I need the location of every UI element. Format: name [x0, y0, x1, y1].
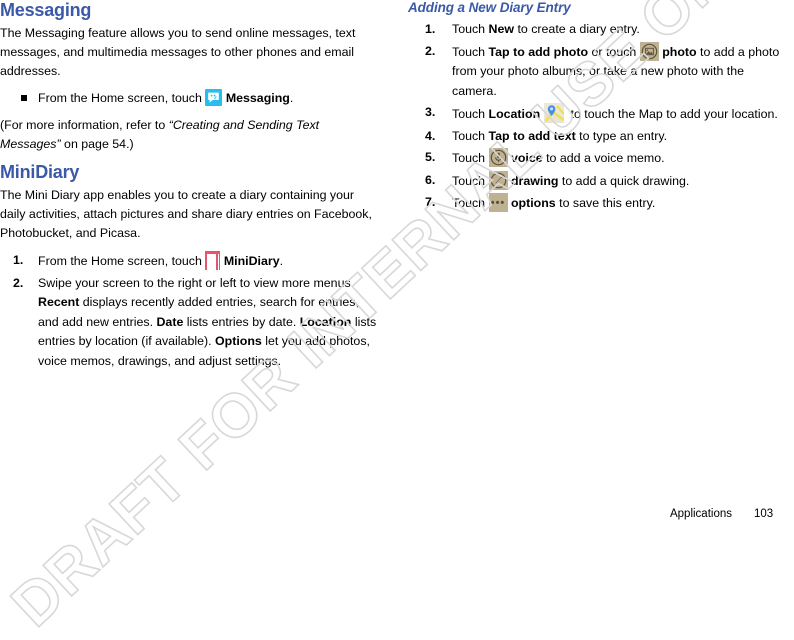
adding-diary-entry-step-list: 1. Touch New to create a diary entry. 2. T…: [408, 20, 788, 214]
manual-page: Messaging The Messaging feature allows y…: [0, 0, 794, 528]
bullet-square-icon: [21, 95, 27, 101]
ellipsis-glyph: •••: [490, 196, 506, 209]
step-trailing-text: .: [279, 254, 284, 268]
left-column: Messaging The Messaging feature allows y…: [0, 0, 380, 377]
button-name-options: options: [510, 196, 556, 210]
messaging-heading: Messaging: [0, 0, 92, 20]
button-name-photo: photo: [662, 44, 697, 59]
minidiary-heading: MiniDiary: [0, 162, 80, 182]
minidiary-app-label: MiniDiary: [223, 254, 280, 268]
step-pre-text: Touch: [452, 173, 489, 188]
step-post-text: to save this entry.: [555, 196, 656, 210]
bullet-trailing-text: .: [289, 91, 294, 105]
footer-page-number: 103: [754, 508, 774, 520]
step-text-part-3: lists entries by date.: [183, 314, 300, 329]
step-pre-text: Touch: [452, 196, 489, 210]
minidiary-intro-paragraph: The Mini Diary app enables you to create…: [0, 188, 372, 240]
messaging-intro-paragraph: The Messaging feature allows you to send…: [0, 26, 356, 78]
step-number: 7.: [425, 195, 436, 209]
list-item: 6. Touch drawing to add a quick drawing.: [408, 170, 788, 192]
step-number: 2.: [425, 43, 436, 58]
menu-name-recent: Recent: [38, 295, 80, 309]
step-number: 1.: [425, 22, 436, 36]
messaging-app-icon[interactable]: [205, 89, 223, 106]
button-name-voice: voice: [510, 151, 543, 165]
button-name-tap-to-add-photo: Tap to add photo: [488, 44, 589, 59]
step-post-text: to touch the Map to add your location.: [567, 107, 778, 121]
button-name-drawing: drawing: [510, 173, 559, 188]
right-column: Adding a New Diary Entry 1. Touch New to …: [408, 0, 788, 220]
step-number: 3.: [425, 105, 436, 119]
menu-name-date: Date: [156, 314, 184, 329]
photo-icon[interactable]: [639, 41, 659, 61]
step-pre-text: Touch: [452, 128, 489, 143]
step-pre-text: Touch: [452, 107, 489, 121]
step-pre-text: Touch: [452, 44, 489, 59]
messaging-app-label: Messaging: [225, 91, 290, 105]
step-number: 5.: [425, 150, 436, 164]
list-item: 2. Swipe your screen to the right or left…: [0, 274, 380, 372]
step-number: 2.: [13, 275, 24, 290]
options-ellipsis-icon[interactable]: •••: [488, 193, 508, 212]
drawing-pen-icon[interactable]: [488, 170, 508, 190]
location-map-icon[interactable]: [543, 103, 564, 123]
menu-name-location: Location: [299, 314, 352, 329]
step-pre-text: Touch: [452, 22, 489, 36]
list-item: 5. Touch voice to add a voice memo.: [408, 148, 788, 169]
button-name-tap-to-add-text: Tap to add text: [488, 128, 576, 143]
step-number: 1.: [13, 253, 24, 267]
list-item: 1. Touch New to create a diary entry.: [408, 20, 788, 40]
menu-name-options: Options: [215, 334, 262, 348]
step-post-text: to add a voice memo.: [542, 151, 665, 165]
voice-microphone-icon[interactable]: [488, 148, 508, 167]
step-text-part-1: Swipe your screen to the right or left t…: [38, 275, 355, 290]
messaging-cross-reference: (For more information, refer to “Creatin…: [0, 116, 380, 154]
footer-section-label: Applications: [669, 508, 732, 520]
minidiary-app-icon[interactable]: [205, 251, 221, 270]
bullet-lead-text: From the Home screen, touch: [38, 91, 202, 105]
minidiary-step-list: 1. From the Home screen, touch MiniDiary.…: [0, 251, 380, 371]
step-post-text: to add a quick drawing.: [558, 173, 690, 188]
step-pre-text: Touch: [452, 151, 489, 165]
list-item: 3. Touch Location to touch the Map to add…: [408, 103, 788, 125]
page-footer: Applications 103: [0, 508, 794, 520]
list-item: 7. Touch ••• options to save this entry.: [408, 193, 788, 214]
step-number: 4.: [425, 128, 436, 143]
list-item: 1. From the Home screen, touch MiniDiary.: [0, 251, 380, 272]
step-mid-text: or touch: [588, 44, 640, 59]
note-suffix: on page 54.): [60, 137, 134, 151]
minidiary-spine-shape: [218, 254, 220, 270]
step-post-text: to create a diary entry.: [514, 22, 640, 36]
list-item: From the Home screen, touch Messaging.: [0, 89, 380, 108]
list-item: 2. Touch Tap to add photo or touch photo …: [408, 41, 788, 102]
adding-diary-entry-heading: Adding a New Diary Entry: [408, 0, 571, 15]
step-number: 6.: [425, 172, 436, 187]
minidiary-page-shape: [207, 254, 217, 270]
messaging-bullet-list: From the Home screen, touch Messaging.: [0, 89, 380, 108]
note-prefix: (For more information, refer to: [0, 118, 169, 132]
list-item: 4. Touch Tap to add text to type an entry…: [408, 127, 788, 147]
button-name-location: Location: [488, 107, 541, 121]
step-post-text: to type an entry.: [575, 128, 668, 143]
button-name-new: New: [488, 22, 514, 36]
step-lead-text: From the Home screen, touch: [38, 254, 202, 268]
